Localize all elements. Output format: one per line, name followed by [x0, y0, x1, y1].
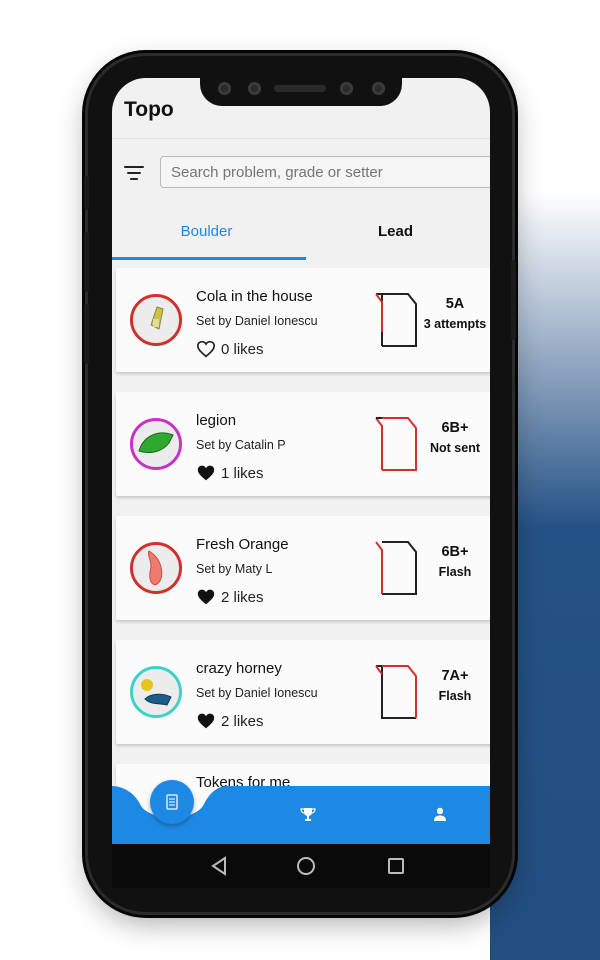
send-status: 3 attempts [423, 317, 487, 331]
system-navigation-bar [112, 844, 490, 888]
likes-count: 1 likes [221, 465, 264, 482]
heart-filled-icon[interactable] [196, 464, 216, 482]
likes-count: 0 likes [221, 341, 264, 358]
earpiece-speaker [274, 85, 326, 92]
recent-apps-icon[interactable] [388, 858, 404, 874]
search-input[interactable] [160, 156, 490, 188]
hold-avatar [130, 666, 182, 718]
tab-bar: Boulder Lead [112, 208, 490, 260]
boulder-progress-icon [375, 293, 417, 347]
volume-down-button [84, 304, 89, 364]
back-icon[interactable] [210, 856, 228, 876]
send-status: Not sent [430, 441, 480, 455]
filter-icon[interactable] [124, 164, 146, 182]
topo-nav-button[interactable] [150, 780, 194, 824]
send-status: Flash [438, 689, 472, 703]
boulder-progress-icon [375, 541, 417, 595]
send-status: Flash [438, 565, 472, 579]
grade-label: 6B+ [441, 544, 469, 560]
problem-setter: Set by Daniel Ionescu [196, 314, 318, 328]
sensor-icon [340, 82, 353, 95]
app-screen: Topo Boulder Lead Cola in the house Set … [112, 78, 490, 844]
hold-avatar [130, 542, 182, 594]
camera-icon [372, 82, 385, 95]
problem-setter: Set by Daniel Ionescu [196, 686, 318, 700]
grade-label: 5A [445, 296, 465, 312]
hold-avatar [130, 418, 182, 470]
heart-filled-icon[interactable] [196, 588, 216, 606]
active-tab-indicator [112, 257, 306, 260]
power-button [511, 260, 516, 340]
phone-notch [200, 74, 402, 106]
problem-card[interactable]: crazy horney Set by Daniel Ionescu 2 lik… [116, 640, 490, 744]
heart-outline-icon[interactable] [196, 340, 216, 358]
heart-filled-icon[interactable] [196, 712, 216, 730]
boulder-progress-icon [375, 665, 417, 719]
person-icon[interactable] [432, 806, 448, 822]
likes-count: 2 likes [221, 589, 264, 606]
problem-card[interactable]: Fresh Orange Set by Maty L 2 likes 6B+ F… [116, 516, 490, 620]
camera-icon [218, 82, 231, 95]
tab-lead[interactable]: Lead [301, 208, 490, 260]
volume-up-button [84, 232, 89, 292]
trophy-icon[interactable] [300, 806, 316, 822]
topo-icon [166, 794, 178, 810]
hold-avatar [130, 294, 182, 346]
problem-setter: Set by Maty L [196, 562, 273, 576]
tab-boulder[interactable]: Boulder [112, 208, 301, 260]
problem-name: Fresh Orange [196, 536, 289, 553]
problem-name: Cola in the house [196, 288, 313, 305]
app-title: Topo [124, 98, 174, 121]
problem-card[interactable]: legion Set by Catalin P 1 likes 6B+ Not … [116, 392, 490, 496]
grade-label: 6B+ [441, 420, 469, 436]
sensor-icon [248, 82, 261, 95]
boulder-progress-icon [375, 417, 417, 471]
problem-name: legion [196, 412, 237, 429]
problem-card[interactable]: Cola in the house Set by Daniel Ionescu … [116, 268, 490, 372]
problem-setter: Set by Catalin P [196, 438, 286, 452]
problem-name: crazy horney [196, 660, 282, 677]
topbar-divider [112, 138, 490, 139]
mute-switch [84, 176, 89, 210]
home-icon[interactable] [297, 857, 315, 875]
likes-count: 2 likes [221, 713, 264, 730]
grade-label: 7A+ [441, 668, 469, 684]
